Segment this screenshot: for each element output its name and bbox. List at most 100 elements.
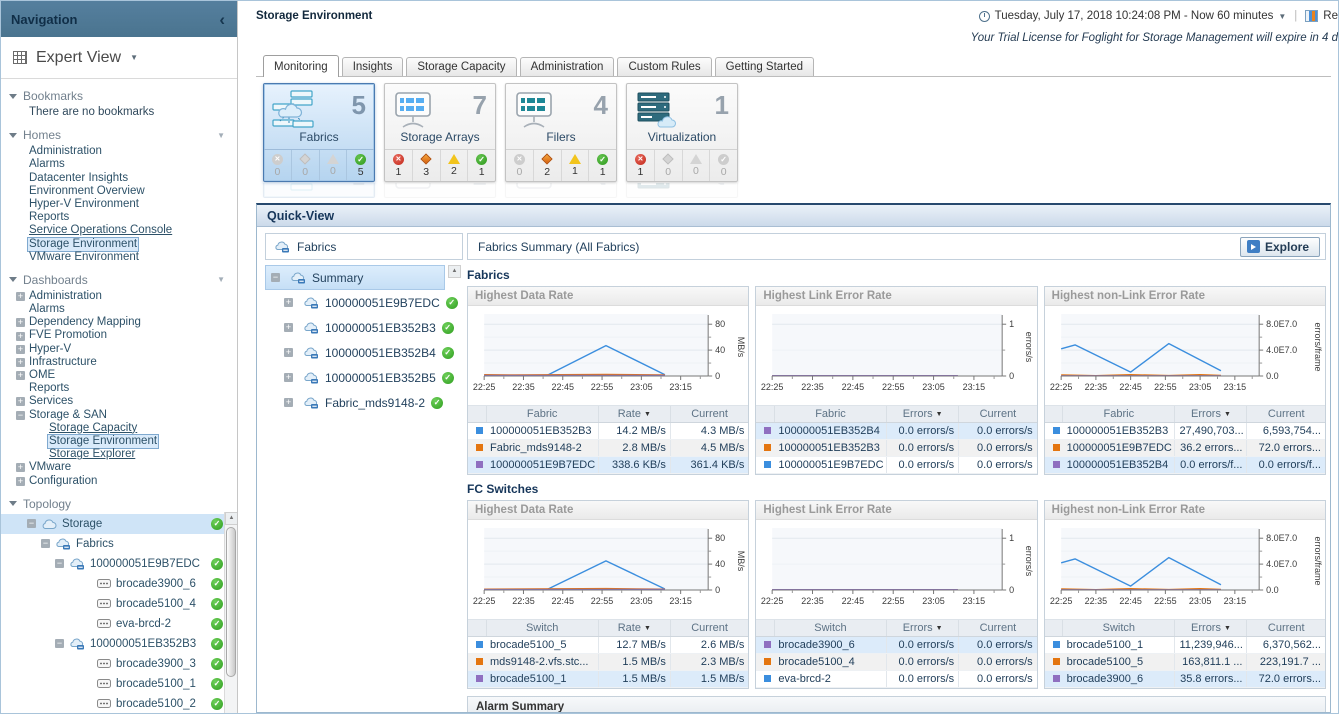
fabric-tree-item-fabric-mds9148-2[interactable]: +Fabric_mds9148-2✓ [265,390,445,415]
column-header-fabric[interactable]: Fabric [486,406,598,423]
fabric-tree-item-100000051eb352b3[interactable]: +100000051EB352B3✓ [265,315,445,340]
tab-administration[interactable]: Administration [520,57,615,76]
tile-filers[interactable]: 4Filers✕021✓1 [505,83,617,182]
tile-storage-arrays[interactable]: 7Storage Arrays✕132✓1 [384,83,496,182]
table-row[interactable]: brocade5100_40.0 errors/s0.0 errors/s [756,654,1036,671]
topology-item-brocade5100-2[interactable]: brocade5100_2✓ [1,694,237,713]
expand-icon[interactable]: − [55,639,64,648]
nav-item-storage-san[interactable]: −Storage & SAN [1,409,237,422]
column-header-current[interactable]: Current [1247,406,1325,423]
expand-icon[interactable]: + [16,358,25,367]
column-header-switch[interactable]: Switch [774,620,886,637]
tile-filers[interactable]: 4Filers✕021✓1 [505,183,617,198]
expand-icon[interactable]: + [284,298,293,307]
tile-fabrics[interactable]: 5Fabrics✕000✓5 [263,83,375,182]
column-header-current[interactable]: Current [959,406,1037,423]
column-header-current[interactable]: Current [670,620,748,637]
dashboards-header[interactable]: Dashboards ▼ [1,271,237,290]
nav-item-administration[interactable]: +Administration [1,290,237,303]
expand-icon[interactable]: + [16,292,25,301]
timerange-selector[interactable]: Tuesday, July 17, 2018 10:24:08 PM - Now… [979,10,1338,22]
table-row[interactable]: 100000051EB352B40.0 errors/f...0.0 error… [1045,457,1325,474]
reports-label[interactable]: Re [1323,10,1338,22]
table-row[interactable]: eva-brcd-20.0 errors/s0.0 errors/s [756,671,1036,688]
topology-item-eva-brcd-2[interactable]: eva-brcd-2✓ [1,614,237,634]
tab-storage-capacity[interactable]: Storage Capacity [406,57,516,76]
expand-icon[interactable]: + [284,398,293,407]
table-row[interactable]: 100000051EB352B30.0 errors/s0.0 errors/s [756,440,1036,457]
table-row[interactable]: brocade5100_111,239,946...6,370,562... [1045,637,1325,654]
table-row[interactable]: 100000051EB352B40.0 errors/s0.0 errors/s [756,423,1036,440]
table-row[interactable]: 100000051EB352B327,490,703...6,593,754..… [1045,423,1325,440]
table-row[interactable]: 100000051E9B7EDC36.2 errors...72.0 error… [1045,440,1325,457]
nav-item-environment-overview[interactable]: Environment Overview [1,185,237,198]
table-row[interactable]: 100000051E9B7EDC338.6 KB/s361.4 KB/s [468,457,748,474]
column-header-current[interactable]: Current [959,620,1037,637]
reports-icon[interactable] [1305,10,1318,22]
tab-custom-rules[interactable]: Custom Rules [617,57,711,76]
nav-item-datacenter-insights[interactable]: Datacenter Insights [1,172,237,185]
nav-item-dependency-mapping[interactable]: +Dependency Mapping [1,316,237,329]
tab-monitoring[interactable]: Monitoring [263,55,339,77]
fabric-tree-item-summary[interactable]: −Summary [265,265,445,290]
fabric-tree-item-100000051eb352b4[interactable]: +100000051EB352B4✓ [265,340,445,365]
expand-icon[interactable]: + [284,348,293,357]
nav-item-vmware-environment[interactable]: VMware Environment [1,251,237,264]
expand-icon[interactable]: + [16,477,25,486]
expand-icon[interactable]: − [16,411,25,420]
expand-icon[interactable]: − [27,519,36,528]
expand-icon[interactable]: + [284,323,293,332]
topology-item-storage[interactable]: −Storage✓ [1,514,237,534]
column-header-fabric[interactable]: Fabric [774,406,886,423]
expand-icon[interactable]: + [16,463,25,472]
table-row[interactable]: 100000051E9B7EDC0.0 errors/s0.0 errors/s [756,457,1036,474]
table-row[interactable]: Fabric_mds9148-22.8 MB/s4.5 MB/s [468,440,748,457]
nav-item-services[interactable]: +Services [1,395,237,408]
nav-item-ome[interactable]: +OME [1,369,237,382]
nav-item-storage-environment[interactable]: Storage Environment [1,238,237,251]
nav-item-reports[interactable]: Reports [1,211,237,224]
tab-getting-started[interactable]: Getting Started [715,57,814,76]
column-header-current[interactable]: Current [1247,620,1325,637]
fabric-tree-item-100000051e9b7edc[interactable]: +100000051E9B7EDC✓ [265,290,445,315]
nav-item-alarms[interactable]: Alarms [1,158,237,171]
tile-fabrics[interactable]: 5Fabrics✕000✓5 [263,183,375,198]
filter-icon[interactable]: ▼ [217,275,225,284]
expand-icon[interactable]: − [55,559,64,568]
expand-icon[interactable]: + [16,345,25,354]
table-row[interactable]: 100000051EB352B314.2 MB/s4.3 MB/s [468,423,748,440]
expand-icon[interactable]: − [41,539,50,548]
column-header-errors[interactable]: Errors▼ [887,406,959,423]
topology-item-brocade3900-3[interactable]: brocade3900_3✓ [1,654,237,674]
table-row[interactable]: mds9148-2.vfs.stc...1.5 MB/s2.3 MB/s [468,654,748,671]
nav-item-alarms[interactable]: Alarms [1,303,237,316]
expert-view-selector[interactable]: Expert View ▼ [1,37,237,79]
topology-item-brocade5100-1[interactable]: brocade5100_1✓ [1,674,237,694]
topology-item-brocade5100-4[interactable]: brocade5100_4✓ [1,594,237,614]
column-header-errors[interactable]: Errors▼ [887,620,959,637]
tab-insights[interactable]: Insights [342,57,404,76]
tile-virtualization[interactable]: 1Virtualization✕100✓0 [626,83,738,182]
homes-header[interactable]: Homes ▼ [1,126,237,145]
table-row[interactable]: brocade5100_11.5 MB/s1.5 MB/s [468,671,748,688]
expand-icon[interactable]: + [16,318,25,327]
column-header-rate[interactable]: Rate▼ [598,620,670,637]
expand-icon[interactable]: − [271,273,280,282]
column-header-fabric[interactable]: Fabric [1063,406,1175,423]
expand-icon[interactable]: + [16,371,25,380]
topology-item-brocade3900-6[interactable]: brocade3900_6✓ [1,574,237,594]
nav-item-configuration[interactable]: +Configuration [1,475,237,488]
nav-item-fve-promotion[interactable]: +FVE Promotion [1,329,237,342]
nav-item-infrastructure[interactable]: +Infrastructure [1,356,237,369]
tile-virtualization[interactable]: 1Virtualization✕100✓0 [626,183,738,198]
nav-item-administration[interactable]: Administration [1,145,237,158]
nav-item-reports[interactable]: Reports [1,382,237,395]
topology-item-fabrics[interactable]: −Fabrics [1,534,237,554]
nav-item-vmware[interactable]: +VMware [1,461,237,474]
collapse-sidebar-icon[interactable]: ‹ [219,11,225,28]
column-header-errors[interactable]: Errors▼ [1175,406,1247,423]
scroll-up-icon[interactable]: ▲ [448,265,461,278]
column-header-current[interactable]: Current [670,406,748,423]
expand-icon[interactable]: + [16,332,25,341]
expand-icon[interactable]: + [284,373,293,382]
